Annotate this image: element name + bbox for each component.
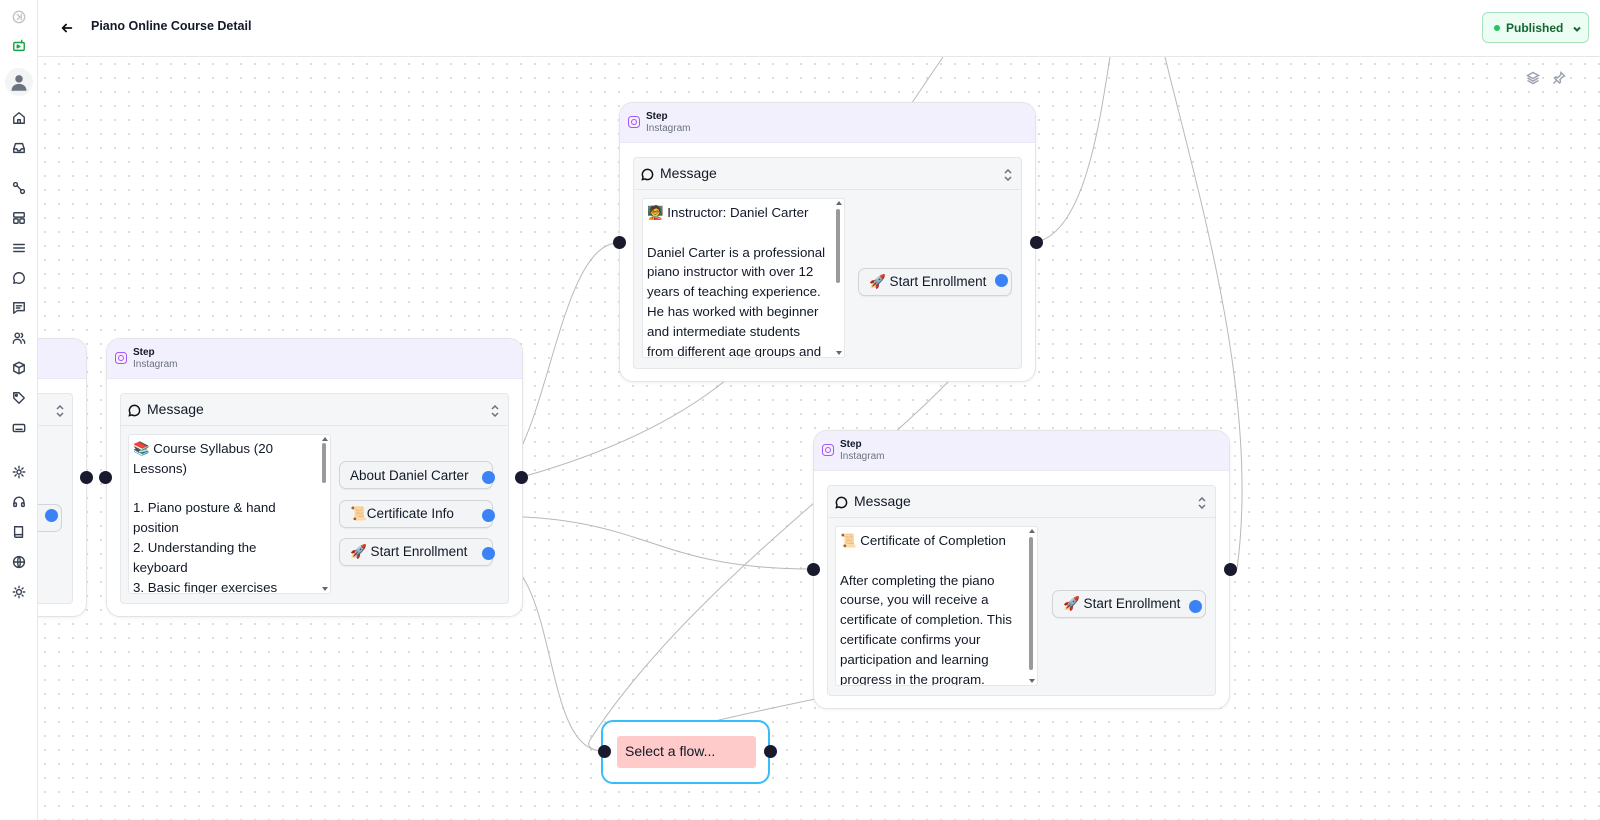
- list-icon[interactable]: [9, 238, 29, 258]
- message-text-area[interactable]: 📜 Certificate of Completion After comple…: [835, 526, 1038, 686]
- port-in[interactable]: [807, 563, 820, 576]
- message-label: Message: [147, 401, 204, 417]
- step-label: Step: [133, 347, 155, 358]
- button-label: 🚀 Start Enrollment: [350, 544, 468, 559]
- message-text-area[interactable]: 📚 Course Syllabus (20 Lessons) 1. Piano …: [128, 434, 331, 594]
- instagram-icon: [628, 116, 640, 128]
- button-label: 🚀 Start Enrollment: [869, 274, 987, 289]
- step-node-certificate[interactable]: Step Instagram Message 📜 Certificate of …: [813, 430, 1230, 709]
- message-header[interactable]: Message: [634, 158, 1021, 190]
- message-circle-icon: [835, 496, 848, 509]
- scrollbar[interactable]: [319, 435, 330, 593]
- expand-collapse-icon[interactable]: [1003, 168, 1013, 182]
- select-flow-node[interactable]: Select a flow...: [601, 720, 770, 784]
- book-icon[interactable]: [9, 522, 29, 542]
- inbox-icon[interactable]: [9, 138, 29, 158]
- step-node-header: Step Instagram: [107, 339, 522, 379]
- globe-icon[interactable]: [9, 552, 29, 572]
- status-dot-icon: [1494, 24, 1500, 31]
- message-box: Message 📜 Certificate of Completion Afte…: [827, 485, 1216, 696]
- button-label: About Daniel Carter: [350, 467, 469, 483]
- message-header[interactable]: Message: [121, 394, 508, 426]
- header: Piano Online Course Detail Published: [38, 0, 1600, 57]
- port-blue-certificate[interactable]: [482, 509, 495, 522]
- headset-icon[interactable]: [9, 492, 29, 512]
- start-enrollment-button[interactable]: 🚀 Start Enrollment: [1052, 590, 1206, 618]
- flow-icon[interactable]: [9, 36, 29, 56]
- chat-icon[interactable]: [9, 268, 29, 288]
- start-enrollment-button[interactable]: 🚀 Start Enrollment: [858, 268, 1012, 296]
- certificate-info-button[interactable]: 📜Certificate Info: [339, 500, 493, 528]
- workflow-icon[interactable]: [9, 178, 29, 198]
- message-text: 📚 Course Syllabus (20 Lessons) 1. Piano …: [133, 441, 278, 594]
- button-label: 🚀 Start Enrollment: [1063, 596, 1181, 611]
- expand-collapse-icon[interactable]: [1197, 496, 1207, 510]
- sun-icon[interactable]: [9, 582, 29, 602]
- button-label: 📜Certificate Info: [350, 506, 454, 521]
- settings-icon[interactable]: [9, 462, 29, 482]
- box-icon[interactable]: [9, 358, 29, 378]
- message-circle-icon: [641, 168, 654, 181]
- message-box: Message 📚 Course Syllabus (20 Lessons) 1…: [120, 393, 509, 604]
- port-blue[interactable]: [45, 509, 58, 522]
- start-enrollment-button[interactable]: 🚀 Start Enrollment: [339, 538, 493, 566]
- published-status-dropdown[interactable]: Published: [1482, 12, 1589, 43]
- port-in[interactable]: [598, 745, 611, 758]
- step-node-header: Step Instagram: [620, 103, 1035, 143]
- channel-label: Instagram: [840, 451, 885, 462]
- instagram-icon: [115, 352, 127, 364]
- port-in[interactable]: [613, 236, 626, 249]
- expand-collapse-icon[interactable]: [55, 404, 65, 418]
- step-label: Step: [840, 439, 862, 450]
- back-arrow-icon[interactable]: [58, 19, 76, 37]
- step-label: Step: [646, 111, 668, 122]
- instagram-icon: [822, 444, 834, 456]
- port-out[interactable]: [80, 471, 93, 484]
- layers-icon[interactable]: [1525, 71, 1541, 85]
- users-icon[interactable]: [9, 328, 29, 348]
- tag-icon[interactable]: [9, 388, 29, 408]
- channel-label: Instagram: [133, 359, 178, 370]
- home-icon[interactable]: [9, 108, 29, 128]
- channel-label: Instagram: [646, 123, 691, 134]
- select-flow-placeholder[interactable]: Select a flow...: [617, 736, 756, 768]
- scrollbar[interactable]: [1026, 527, 1037, 685]
- sidebar: [0, 0, 38, 820]
- port-out[interactable]: [515, 471, 528, 484]
- chevron-down-icon: [1572, 23, 1582, 33]
- port-blue-about[interactable]: [482, 471, 495, 484]
- message-header[interactable]: Message: [828, 486, 1215, 518]
- message-label: Message: [854, 493, 911, 509]
- step-node-instructor[interactable]: Step Instagram Message 🧑‍🏫 Instructor: D…: [619, 102, 1036, 382]
- keyboard-icon[interactable]: [9, 418, 29, 438]
- port-out[interactable]: [1224, 563, 1237, 576]
- message-text: 📜 Certificate of Completion After comple…: [840, 533, 1012, 686]
- port-in[interactable]: [99, 471, 112, 484]
- step-node-syllabus[interactable]: Step Instagram Message 📚 Course Syllabus…: [106, 338, 523, 617]
- page-title: Piano Online Course Detail: [91, 19, 252, 33]
- message-square-icon[interactable]: [9, 298, 29, 318]
- collapse-icon[interactable]: [9, 7, 29, 27]
- layout-icon[interactable]: [9, 208, 29, 228]
- port-out[interactable]: [764, 745, 777, 758]
- canvas-tools: [1525, 70, 1566, 85]
- port-blue-enrollment[interactable]: [1189, 600, 1202, 613]
- scrollbar[interactable]: [833, 199, 844, 357]
- message-box: Message 🧑‍🏫 Instructor: Daniel Carter Da…: [633, 157, 1022, 369]
- message-label: Message: [660, 165, 717, 181]
- message-circle-icon: [128, 404, 141, 417]
- message-text: 🧑‍🏫 Instructor: Daniel Carter Daniel Car…: [647, 205, 826, 358]
- port-blue-enrollment[interactable]: [995, 274, 1008, 287]
- message-text-area[interactable]: 🧑‍🏫 Instructor: Daniel Carter Daniel Car…: [642, 198, 845, 358]
- about-daniel-carter-button[interactable]: About Daniel Carter: [339, 461, 493, 489]
- step-node-header: Step Instagram: [814, 431, 1229, 471]
- expand-collapse-icon[interactable]: [490, 404, 500, 418]
- avatar[interactable]: [5, 68, 33, 96]
- status-label: Published: [1506, 20, 1564, 35]
- port-blue-enrollment[interactable]: [482, 547, 495, 560]
- pin-icon[interactable]: [1552, 70, 1566, 85]
- port-out[interactable]: [1030, 236, 1043, 249]
